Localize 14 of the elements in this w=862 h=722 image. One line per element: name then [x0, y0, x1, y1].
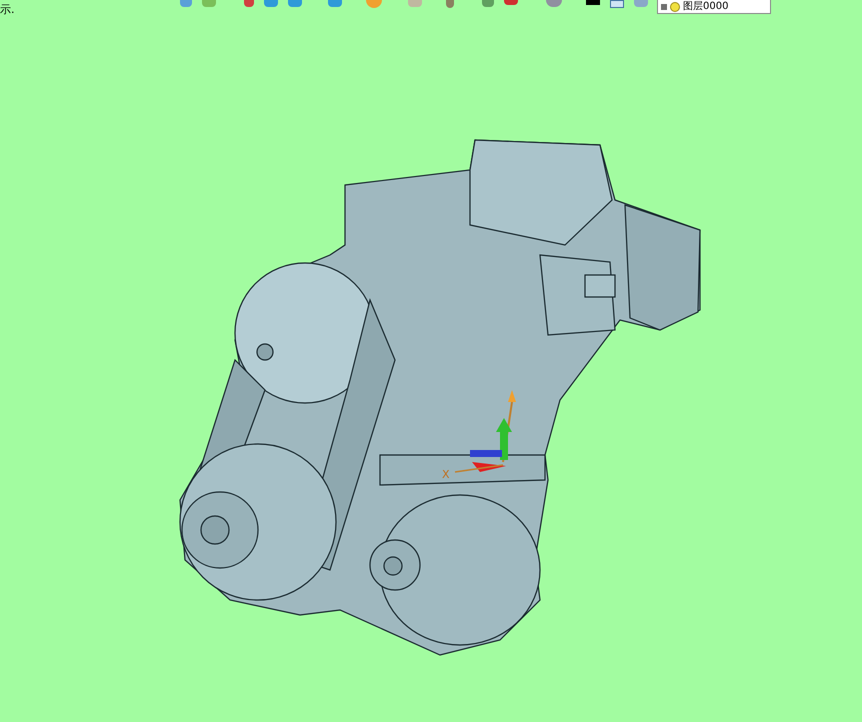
toolbar-icon[interactable] — [610, 0, 624, 8]
status-text: 示. — [0, 4, 14, 15]
toolbar-icon[interactable] — [546, 0, 562, 7]
toolbar-icon[interactable] — [504, 0, 518, 5]
toolbar-icon[interactable] — [446, 0, 454, 8]
toolbar-icon[interactable] — [202, 0, 216, 7]
toolbar-icon[interactable] — [366, 0, 382, 8]
toolbar-icon[interactable] — [180, 0, 192, 7]
layer-dropdown[interactable]: 图层0000 — [657, 0, 771, 14]
toolbar-icon[interactable] — [482, 0, 494, 7]
toolbar-icon[interactable] — [244, 0, 254, 7]
toolbar-icon[interactable] — [634, 0, 648, 7]
bulb-icon — [670, 2, 680, 12]
axis-label: X — [442, 468, 450, 481]
